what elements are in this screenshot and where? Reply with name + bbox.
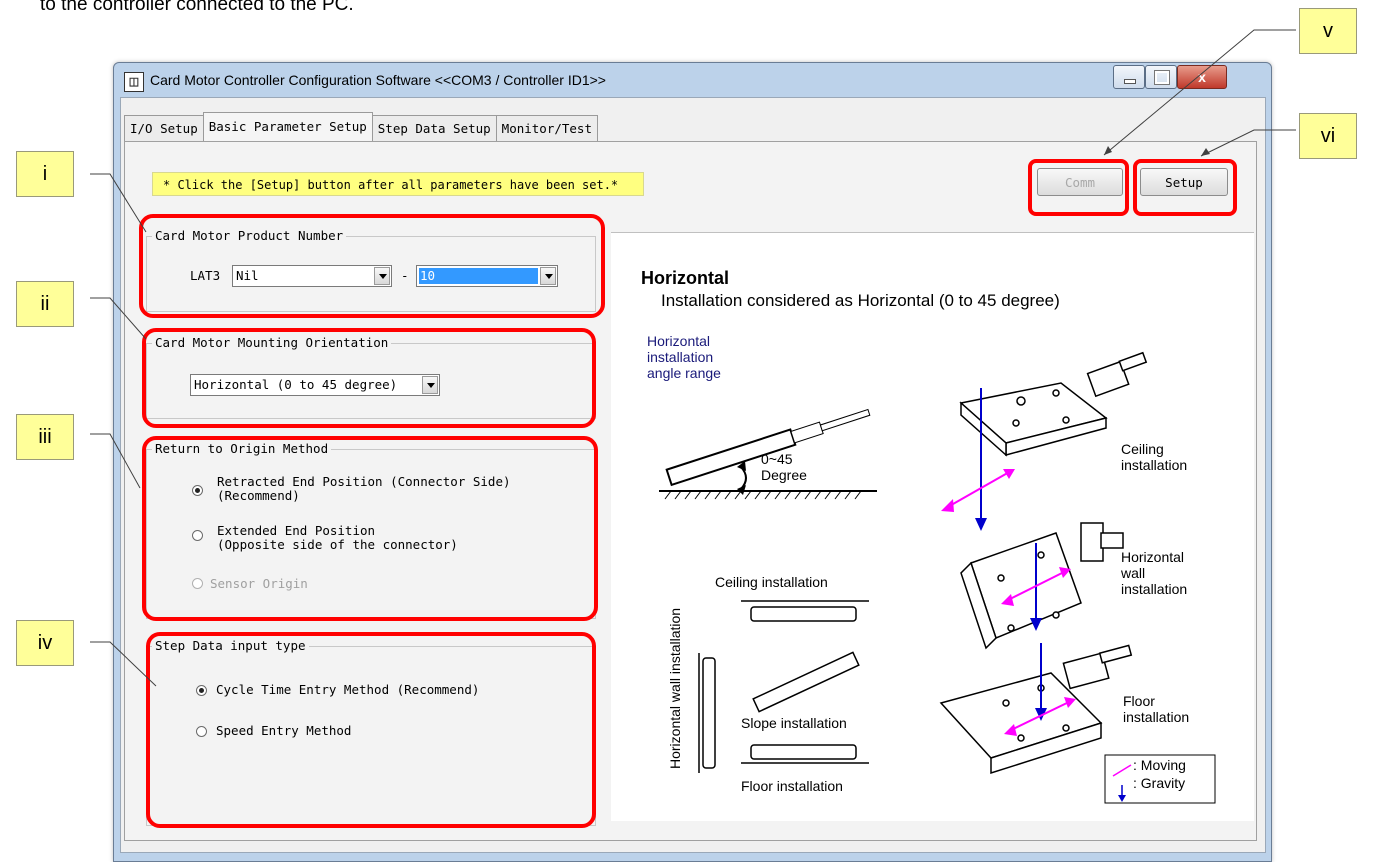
callout-iv: iv: [16, 620, 74, 666]
callout-ii: ii: [16, 281, 74, 327]
callout-v: v: [1299, 8, 1357, 54]
callout-i: i: [16, 151, 74, 197]
callout-iii: iii: [16, 414, 74, 460]
callout-leaders: [90, 29, 1296, 687]
callout-vi: vi: [1299, 113, 1357, 159]
